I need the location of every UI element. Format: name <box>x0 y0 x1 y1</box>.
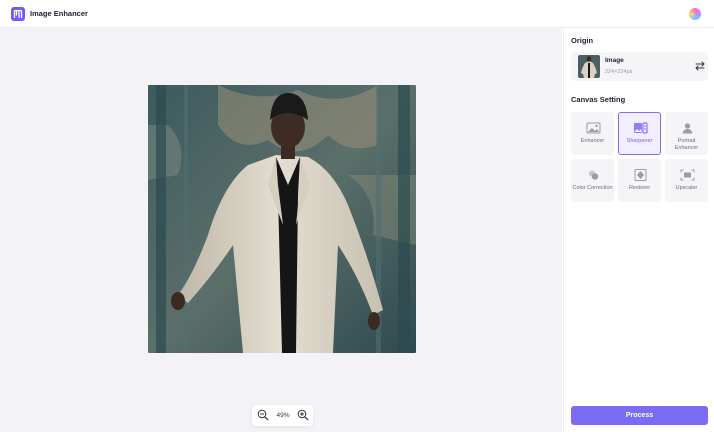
app-title: Image Enhancer <box>30 9 88 18</box>
origin-name: Image <box>605 57 624 64</box>
main-preview-image[interactable] <box>148 85 416 353</box>
settings-panel: Origin Image 224×224px Canvas Setting En… <box>563 28 714 432</box>
tool-sharpener[interactable]: Sharpener <box>618 112 661 155</box>
tool-restorer[interactable]: Restorer <box>618 159 661 202</box>
sharpener-icon <box>634 122 648 134</box>
tool-color-correction[interactable]: Color Correction <box>571 159 614 202</box>
enhancer-icon <box>586 122 601 134</box>
tool-label: Sharpener <box>626 138 653 144</box>
swap-icon[interactable] <box>694 60 706 72</box>
tool-portrait-enhancer[interactable]: Portrait Enhancer <box>665 112 708 155</box>
color-correction-icon <box>589 170 599 180</box>
origin-title: Origin <box>571 36 594 45</box>
zoom-in-icon[interactable] <box>297 409 309 421</box>
canvas-area: 49% <box>0 28 562 432</box>
tool-upscaler[interactable]: Upscaler <box>665 159 708 202</box>
tool-label: Color Correction <box>572 185 613 191</box>
origin-thumbnail <box>578 55 600 78</box>
canvas-setting-title: Canvas Setting <box>571 95 626 104</box>
zoom-level: 49% <box>276 412 290 419</box>
restorer-icon <box>634 169 647 181</box>
top-bar: Image Enhancer <box>0 0 714 28</box>
origin-card[interactable]: Image 224×224px <box>571 52 708 81</box>
tool-label: Enhancer <box>580 138 605 144</box>
zoom-control: 49% <box>252 405 313 426</box>
tool-label: Restorer <box>628 185 651 191</box>
user-avatar-icon[interactable] <box>689 8 701 20</box>
tool-label: Upscaler <box>675 185 698 191</box>
tool-enhancer[interactable]: Enhancer <box>571 112 614 155</box>
zoom-out-icon[interactable] <box>257 409 269 421</box>
app-logo-icon[interactable] <box>11 7 25 21</box>
origin-size: 224×224px <box>605 69 633 75</box>
upscaler-icon <box>680 169 695 181</box>
tool-label: Portrait Enhancer <box>674 138 699 151</box>
portrait-icon <box>682 123 693 134</box>
process-button[interactable]: Process <box>571 406 708 425</box>
